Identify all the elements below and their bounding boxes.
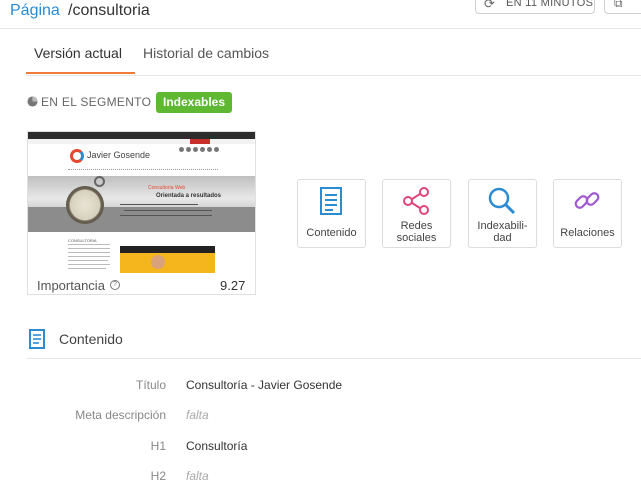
card-content[interactable]: Contenido — [297, 179, 366, 248]
hero-title: Consultoría Web — [148, 185, 186, 191]
document-icon — [320, 187, 342, 215]
row-label-meta-description: Meta descripción — [75, 408, 166, 422]
row-label-title: Título — [135, 378, 166, 392]
card-indexability-label-2: dad — [493, 232, 512, 244]
card-social-label-2: sociales — [396, 232, 437, 244]
page-label: Página — [10, 2, 60, 19]
card-indexability[interactable]: Indexabili- dad — [468, 179, 537, 248]
search-icon — [488, 187, 516, 215]
row-label-h2: H2 — [150, 469, 166, 483]
help-icon[interactable]: ? — [110, 280, 120, 290]
site-logo-icon — [70, 149, 84, 163]
importance-value: 9.27 — [220, 278, 246, 293]
tab-bar: Versión actual Historial de cambios — [26, 30, 641, 76]
document-icon — [29, 329, 45, 349]
link-icon — [574, 192, 600, 209]
share-icon — [403, 187, 429, 215]
segment-label: EN EL SEGMENTO — [41, 95, 152, 109]
compass-image — [66, 186, 104, 224]
card-content-label: Contenido — [306, 227, 357, 239]
preview-heading: CONSULTORIA — [68, 238, 97, 243]
importance-label: Importancia — [37, 278, 105, 293]
page-screenshot: Javier Gosende Consultoría Web Orientada… — [28, 132, 255, 273]
card-relations[interactable]: Relaciones — [553, 179, 622, 248]
row-value-h2: falta — [186, 469, 209, 483]
site-logo-text: Javier Gosende — [87, 150, 151, 160]
card-social-label-1: Redes — [400, 220, 433, 232]
copy-button[interactable]: ⧉ — [604, 0, 641, 14]
row-value-meta-description: falta — [186, 408, 209, 422]
row-value-h1: Consultoría — [186, 439, 248, 453]
refresh-button[interactable]: ⟳ EN 11 MINUTOS — [475, 0, 595, 14]
pie-chart-icon — [27, 96, 38, 107]
row-value-title: Consultoría - Javier Gosende — [186, 378, 343, 392]
refresh-icon: ⟳ — [484, 0, 495, 11]
content-section-title: Contenido — [59, 331, 123, 347]
page-path: /consultoria — [68, 2, 150, 19]
page-header: Página /consultoria ⟳ EN 11 MINUTOS ⧉ — [0, 0, 641, 29]
row-label-h1: H1 — [150, 439, 166, 453]
card-social[interactable]: Redes sociales — [382, 179, 451, 248]
copy-icon: ⧉ — [614, 0, 623, 10]
tab-change-history[interactable]: Historial de cambios — [143, 45, 269, 61]
tab-current-version[interactable]: Versión actual — [34, 45, 122, 61]
hero-subtitle: Orientada a resultados — [156, 193, 222, 199]
card-indexability-label-1: Indexabili- — [477, 220, 528, 232]
page-preview-card[interactable]: Javier Gosende Consultoría Web Orientada… — [27, 131, 256, 295]
segment-badge[interactable]: Indexables — [156, 92, 233, 113]
active-tab-indicator — [26, 72, 135, 74]
card-relations-label: Relaciones — [560, 227, 615, 239]
section-divider — [27, 358, 641, 359]
refresh-label: EN 11 MINUTOS — [506, 0, 594, 9]
